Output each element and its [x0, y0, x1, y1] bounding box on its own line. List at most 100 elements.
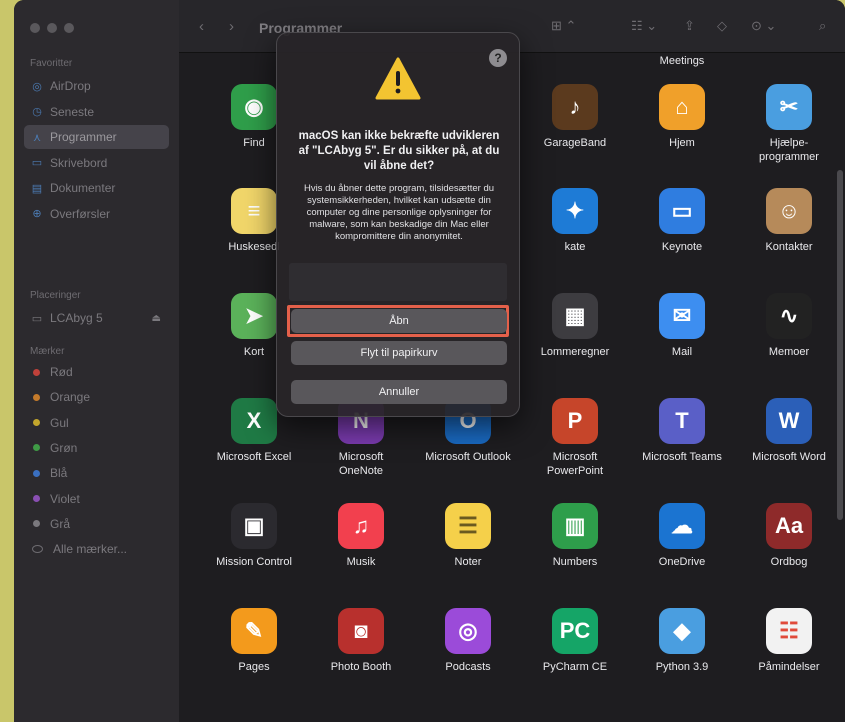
app-calculator[interactable]: ▦ Lommeregner — [520, 293, 630, 359]
app-label: Microsoft Word — [752, 451, 826, 463]
kate-icon: ✦ — [552, 188, 598, 234]
music-icon: ♫ — [338, 503, 384, 549]
forward-icon[interactable]: › — [229, 18, 234, 35]
sidebar-item-desktop[interactable]: ▭ Skrivebord — [24, 151, 169, 175]
app-label: OneDrive — [658, 556, 706, 568]
app-label: Noter — [454, 556, 482, 568]
garageband-icon: ♪ — [552, 84, 598, 130]
app-word[interactable]: W Microsoft Word — [734, 398, 844, 464]
dictionary-icon: Aa — [766, 503, 812, 549]
sidebar-tag[interactable]: Violet — [24, 487, 169, 511]
voice-memos-icon: ∿ — [766, 293, 812, 339]
sidebar-item-applications[interactable]: ⋏ Programmer — [24, 125, 169, 149]
sidebar-item-document[interactable]: ▤ Dokumenter — [24, 176, 169, 200]
app-kate[interactable]: ✦ kate — [520, 188, 630, 254]
app-label: Musik — [346, 556, 376, 568]
numbers-icon: ▥ — [552, 503, 598, 549]
minimize-button[interactable] — [47, 23, 57, 33]
group-icon[interactable]: ☷ ⌄ — [631, 18, 657, 34]
app-dictionary[interactable]: Aa Ordbog — [734, 503, 844, 569]
app-notes[interactable]: ☰ Noter — [413, 503, 523, 569]
help-button[interactable]: ? — [489, 49, 507, 67]
sidebar-tag[interactable]: Alle mærker... — [24, 537, 169, 561]
airdrop-icon: ◎ — [32, 80, 42, 93]
dialog-body: Hvis du åbner dette program, tilsidesætt… — [303, 183, 495, 242]
app-label: Python 3.9 — [655, 661, 709, 673]
locations-title: Placeringer — [30, 290, 81, 301]
sidebar: Favoritter ◎ AirDrop ◷ Seneste ⋏ Programmer ▭ S… — [14, 0, 179, 722]
app-pages[interactable]: ✎ Pages — [199, 608, 309, 674]
python-folder-icon: ◆ — [659, 608, 705, 654]
disk-icon: ▭ — [31, 312, 43, 325]
sidebar-item-lcabyg[interactable]: ▭ LCAbyg 5 ⏏ — [24, 306, 169, 330]
applications-icon: ⋏ — [32, 131, 42, 144]
app-label: Microsoft Excel — [216, 451, 292, 463]
cancel-button[interactable]: Annuller — [291, 380, 507, 404]
search-icon[interactable]: ⌕ — [819, 18, 826, 34]
app-label: Podcasts — [445, 661, 491, 673]
sidebar-tag-label: Blå — [50, 466, 68, 481]
sidebar-tag-label: Grøn — [50, 440, 78, 455]
app-label: Lommeregner — [540, 346, 610, 358]
app-podcasts[interactable]: ◎ Podcasts — [413, 608, 523, 674]
app-mission-control[interactable]: ▣ Mission Control — [199, 503, 309, 569]
app-label: Microsoft Outlook — [425, 451, 511, 463]
sidebar-item-clock[interactable]: ◷ Seneste — [24, 100, 169, 124]
app-label: Pages — [238, 661, 270, 673]
sidebar-item-label: AirDrop — [50, 79, 91, 93]
app-mail[interactable]: ✉ Mail — [627, 293, 737, 359]
share-icon[interactable]: ⇪ — [684, 18, 695, 34]
app-utilities-folder[interactable]: ✂ Hjælpe- programmer — [734, 84, 844, 164]
app-contacts[interactable]: ☺ Kontakter — [734, 188, 844, 254]
tag-dot-icon — [33, 469, 40, 477]
app-reminders[interactable]: ☷ Påmindelser — [734, 608, 844, 674]
powerpoint-icon: P — [552, 398, 598, 444]
app-photo-booth[interactable]: ◙ Photo Booth — [306, 608, 416, 674]
app-powerpoint[interactable]: P Microsoft PowerPoint — [520, 398, 630, 478]
app-label: Kontakter — [765, 241, 813, 253]
eject-icon[interactable]: ⏏ — [152, 313, 161, 324]
zoom-button[interactable] — [64, 23, 74, 33]
sidebar-item-airdrop[interactable]: ◎ AirDrop — [24, 74, 169, 98]
app-label: Hjælpe- programmer — [759, 137, 819, 163]
app-label: Påmindelser — [758, 661, 820, 673]
tag-dot-icon — [33, 495, 40, 502]
app-label: Microsoft Teams — [642, 451, 722, 463]
scrollbar[interactable] — [837, 170, 843, 520]
security-dialog: ? macOS kan ikke bekræfte udvikleren af … — [276, 32, 520, 417]
sidebar-tag[interactable]: Grå — [24, 512, 169, 536]
document-icon: ▤ — [31, 182, 43, 195]
warning-icon — [375, 57, 421, 100]
sidebar-tag[interactable]: Rød — [24, 360, 169, 384]
app-music[interactable]: ♫ Musik — [306, 503, 416, 569]
open-button[interactable]: Åbn — [291, 309, 507, 333]
download-icon: ⊕ — [32, 208, 42, 220]
app-label: Photo Booth — [330, 661, 392, 673]
app-home[interactable]: ⌂ Hjem — [627, 84, 737, 150]
more-actions-icon[interactable]: ⊙ ⌄ — [751, 18, 776, 34]
move-to-trash-button[interactable]: Flyt til papirkurv — [291, 341, 507, 365]
app-keynote[interactable]: ▭ Keynote — [627, 188, 737, 254]
back-icon[interactable]: ‹ — [199, 18, 204, 35]
maps-icon: ➤ — [231, 293, 277, 339]
sidebar-tag[interactable]: Grøn — [24, 436, 169, 460]
app-onedrive[interactable]: ☁ OneDrive — [627, 503, 737, 569]
sidebar-tag[interactable]: Orange — [24, 385, 169, 409]
tag-icon[interactable]: ◇ — [717, 18, 727, 34]
app-garageband[interactable]: ♪ GarageBand — [520, 84, 630, 150]
app-python-folder[interactable]: ◆ Python 3.9 — [627, 608, 737, 674]
sidebar-tag[interactable]: Blå — [24, 461, 169, 485]
app-pycharm[interactable]: PC PyCharm CE — [520, 608, 630, 674]
tag-dot-icon — [33, 368, 40, 376]
app-voice-memos[interactable]: ∿ Memoer — [734, 293, 844, 359]
sidebar-tag-label: Orange — [50, 390, 91, 405]
photo-booth-icon: ◙ — [338, 608, 384, 654]
app-numbers[interactable]: ▥ Numbers — [520, 503, 630, 569]
sidebar-tag[interactable]: Gul — [24, 411, 169, 435]
close-button[interactable] — [30, 23, 40, 33]
app-teams[interactable]: T Microsoft Teams — [627, 398, 737, 464]
sidebar-item-download[interactable]: ⊕ Overførsler — [24, 202, 169, 226]
view-mode-icon[interactable]: ⊞ ⌃ — [551, 18, 576, 34]
sidebar-item-label: Overførsler — [50, 206, 110, 221]
app-label: Keynote — [661, 241, 703, 253]
